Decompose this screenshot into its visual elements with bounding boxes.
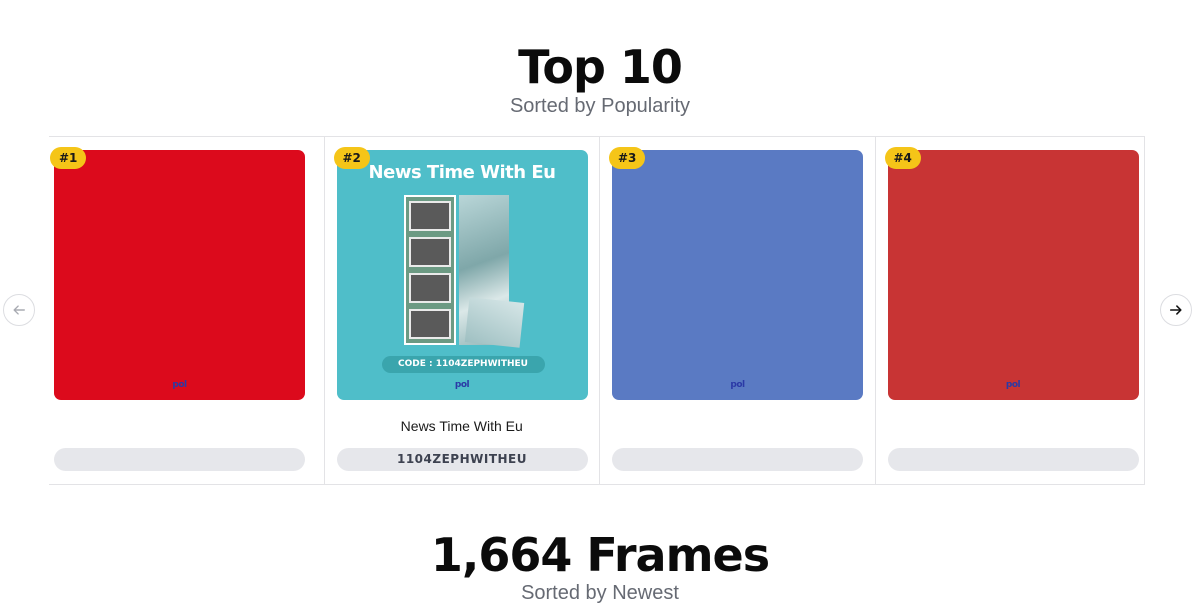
arrow-right-icon [1169,305,1182,315]
frame-name: News Time With Eu [400,418,523,434]
top10-carousel: pol #1 News Time With Eu CODE : 1104ZEPH… [49,136,1145,485]
artwork-photo [464,297,524,348]
frame-card-2[interactable]: News Time With Eu CODE : 1104ZEPHWITHEU … [325,137,600,484]
brand-logo: pol [730,380,745,390]
frame-code-pill[interactable] [54,448,305,471]
photo-strip [403,195,456,345]
photo-slot [408,273,451,303]
rank-badge: #4 [884,147,921,169]
frame-thumbnail[interactable]: pol [612,150,863,400]
carousel-next-button[interactable] [1160,294,1192,326]
photo-slot [408,309,451,339]
rank-badge: #3 [609,147,646,169]
frame-thumbnail[interactable]: News Time With Eu CODE : 1104ZEPHWITHEU … [336,150,588,400]
frame-card-1[interactable]: pol #1 [49,137,325,484]
brand-logo: pol [172,380,187,390]
photo-slot [408,237,451,267]
carousel-prev-button[interactable] [3,294,35,326]
frame-code-pill[interactable]: 1104ZEPHWITHEU [336,448,588,471]
artwork-title: News Time With Eu [368,162,556,183]
top10-subtitle: Sorted by Popularity [509,95,691,117]
artwork-code: CODE : 1104ZEPHWITHEU [381,356,545,373]
rank-badge: #1 [50,147,87,169]
frame-card-3[interactable]: pol #3 [600,137,876,484]
frame-thumbnail[interactable]: pol [887,150,1139,400]
brand-logo: pol [454,380,470,390]
frame-thumbnail[interactable]: pol [54,150,305,400]
frames-subtitle: Sorted by Newest [521,582,679,604]
photo-slot [408,201,451,231]
frame-code-pill[interactable] [612,448,863,471]
rank-badge: #2 [333,147,370,169]
brand-logo: pol [1005,380,1021,390]
frame-card-4[interactable]: pol #4 [876,137,1145,484]
frame-code-pill[interactable] [887,448,1139,471]
frames-count-title: 1,664 Frames [430,528,770,582]
top10-title: Top 10 [518,40,683,94]
arrow-left-icon [13,305,25,315]
